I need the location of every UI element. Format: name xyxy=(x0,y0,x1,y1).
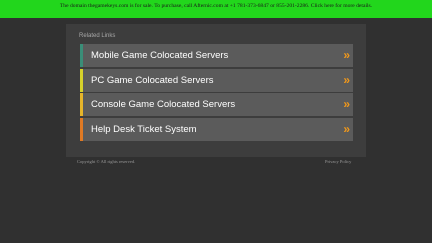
copyright-text: Copyright © All rights reserved. xyxy=(77,159,136,164)
related-link-mobile-game-servers[interactable]: Mobile Game Colocated Servers » xyxy=(80,44,353,67)
related-link-help-desk-ticket-system[interactable]: Help Desk Ticket System » xyxy=(80,118,353,141)
link-accent-bar xyxy=(80,93,83,116)
banner-text[interactable]: The domain thegamekeys.com is for sale. … xyxy=(42,3,390,9)
double-chevron-right-icon: » xyxy=(343,122,350,136)
privacy-policy-link[interactable]: Privacy Policy xyxy=(325,159,351,164)
related-link-console-game-servers[interactable]: Console Game Colocated Servers » xyxy=(80,93,353,116)
related-link-label: Console Game Colocated Servers xyxy=(91,99,236,110)
link-accent-bar xyxy=(80,69,83,92)
related-link-label: Mobile Game Colocated Servers xyxy=(91,50,229,61)
link-accent-bar xyxy=(80,44,83,67)
double-chevron-right-icon: » xyxy=(343,97,350,111)
related-links-panel: Related Links Mobile Game Colocated Serv… xyxy=(66,24,366,157)
link-accent-bar xyxy=(80,118,83,141)
double-chevron-right-icon: » xyxy=(343,48,350,62)
related-link-pc-game-servers[interactable]: PC Game Colocated Servers » xyxy=(80,69,353,92)
related-link-label: Help Desk Ticket System xyxy=(91,124,197,135)
domain-sale-banner[interactable]: The domain thegamekeys.com is for sale. … xyxy=(0,0,432,18)
double-chevron-right-icon: » xyxy=(343,73,350,87)
related-links-heading: Related Links xyxy=(79,33,116,39)
related-link-label: PC Game Colocated Servers xyxy=(91,75,214,86)
